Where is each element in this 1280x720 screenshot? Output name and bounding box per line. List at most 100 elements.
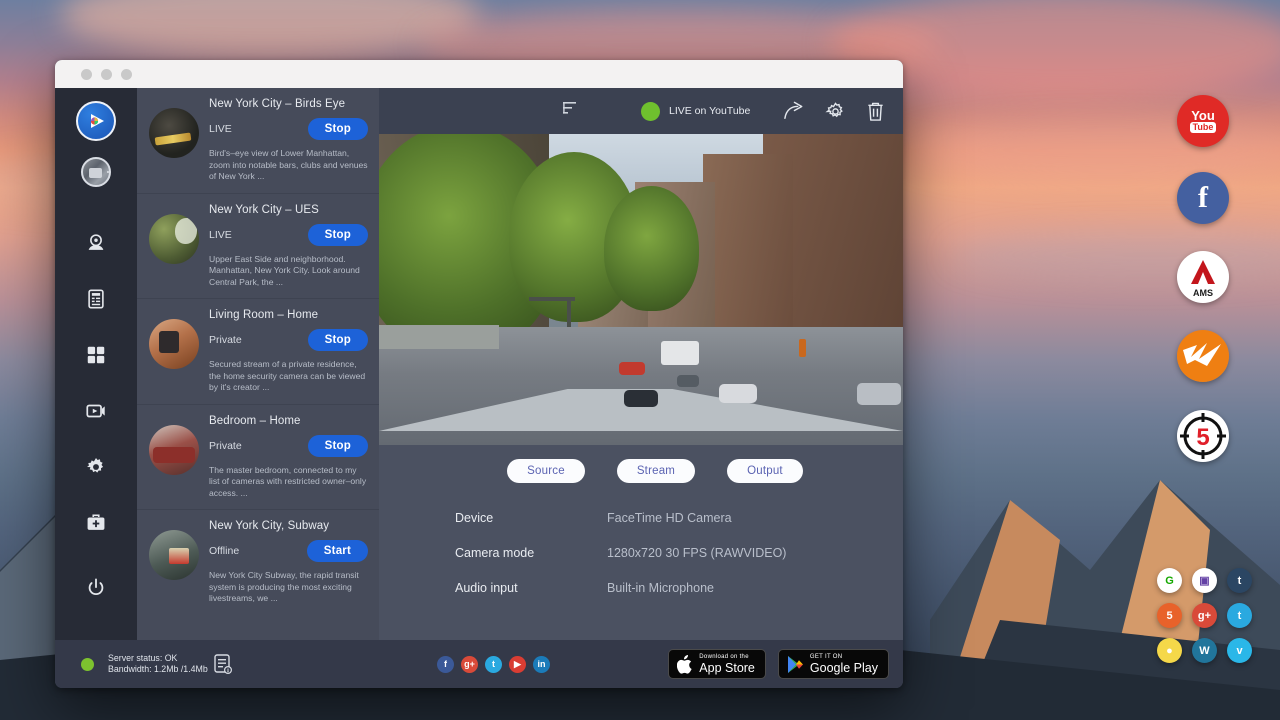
grammarly-dock-icon[interactable]: G [1157, 568, 1182, 593]
facebook-icon[interactable]: f [437, 656, 454, 673]
camera-list[interactable]: New York City – Birds Eye LIVE Stop Bird… [137, 88, 379, 640]
gear-icon[interactable] [825, 101, 846, 122]
googleplus-dock-icon[interactable]: g+ [1192, 603, 1217, 628]
store-badges: Download on the App Store GET IT ON Goog… [668, 649, 889, 679]
tab-output[interactable]: Output [727, 459, 803, 483]
camera-list-item[interactable]: New York City – UES LIVE Stop Upper East… [137, 194, 379, 300]
camera-list-item[interactable]: Bedroom – Home Private Stop The master b… [137, 405, 379, 511]
webcam-icon [85, 232, 107, 254]
twitch-dock-icon[interactable]: ▣ [1192, 568, 1217, 593]
wirecast-dock-icon[interactable] [1177, 330, 1229, 382]
camera-title: New York City, Subway [209, 520, 368, 532]
camera-title: Living Room – Home [209, 309, 368, 321]
info-row: Audio input Built-in Microphone [455, 581, 903, 595]
sidebar-item-webcam[interactable] [74, 221, 118, 265]
sort-icon[interactable] [563, 101, 581, 122]
add-camera-button[interactable]: + Add Camera [137, 615, 379, 641]
camera-thumbnail [149, 425, 199, 475]
facebook-dock-icon[interactable]: f [1177, 172, 1229, 224]
video-player-icon [85, 400, 107, 422]
close-button[interactable] [81, 69, 92, 80]
info-key: Audio input [455, 581, 607, 595]
app-logo[interactable] [76, 101, 116, 141]
app-store-badge[interactable]: Download on the App Store [668, 649, 766, 679]
sort-glyph [563, 101, 581, 117]
twitter-icon[interactable]: t [485, 656, 502, 673]
camera-action-button[interactable]: Stop [308, 329, 368, 351]
camera-action-button[interactable]: Stop [308, 118, 368, 140]
apple-icon [677, 655, 693, 674]
svg-text:5: 5 [1196, 424, 1209, 451]
sidebar-item-list[interactable] [74, 277, 118, 321]
snapchat-dock-icon[interactable]: ● [1157, 638, 1182, 663]
tumblr-dock-icon[interactable]: t [1227, 568, 1252, 593]
sidebar-item-power[interactable] [74, 566, 118, 610]
car [719, 384, 757, 403]
camera-description: New York City Subway, the rapid transit … [209, 570, 368, 605]
trash-icon[interactable] [866, 101, 885, 122]
camera-list-item[interactable]: New York City – Birds Eye LIVE Stop Bird… [137, 88, 379, 194]
twitter-dock-icon[interactable]: t [1227, 603, 1252, 628]
target5-dock-icon[interactable]: 5 [1177, 410, 1229, 462]
sidebar-rail [55, 88, 137, 640]
camera-thumbnail [149, 530, 199, 580]
app-store-sub: Download on the [699, 654, 755, 661]
tab-bar: Source Stream Output [379, 445, 903, 483]
car [624, 390, 658, 407]
camera-list-item[interactable]: Living Room – Home Private Stop Secured … [137, 299, 379, 405]
camera-title: Bedroom – Home [209, 415, 368, 427]
sidebar-item-settings[interactable] [74, 445, 118, 489]
googleplus-icon[interactable]: g+ [461, 656, 478, 673]
live-status-label: LIVE on YouTube [669, 105, 750, 117]
camera-state: Private [209, 440, 308, 452]
live-status[interactable]: LIVE on YouTube [641, 102, 750, 121]
camera-thumbnail [149, 214, 199, 264]
vimeo-dock-icon[interactable]: v [1227, 638, 1252, 663]
bandwidth-text: Bandwidth: 1.2Mb /1.4Mb [108, 664, 208, 675]
google-play-main: Google Play [810, 661, 878, 675]
info-value[interactable]: FaceTime HD Camera [607, 511, 732, 525]
wordpress-dock-icon[interactable]: W [1192, 638, 1217, 663]
adobe-ams-dock-icon[interactable]: AMS [1177, 251, 1229, 303]
camera-description: Secured stream of a private residence, t… [209, 359, 368, 394]
google-play-badge[interactable]: GET IT ON Google Play [778, 649, 889, 679]
youtube-icon[interactable]: ▶ [509, 656, 526, 673]
info-key: Camera mode [455, 546, 607, 560]
document-info-icon[interactable] [214, 654, 232, 674]
avatar[interactable] [81, 157, 111, 187]
app-store-main: App Store [699, 661, 755, 675]
social-links: f g+ t ▶ in [437, 656, 550, 673]
youtube-tube-text: Tube [1190, 122, 1217, 133]
camera-thumbnail [149, 108, 199, 158]
camera-state: LIVE [209, 229, 308, 241]
linkedin-icon[interactable]: in [533, 656, 550, 673]
camera-action-button[interactable]: Stop [308, 435, 368, 457]
sidebar-item-player[interactable] [74, 389, 118, 433]
camera-list-item[interactable]: New York City, Subway Offline Start New … [137, 510, 379, 615]
sidebar-item-add[interactable] [74, 501, 118, 545]
car [677, 375, 699, 387]
grid-icon [85, 344, 107, 366]
minimize-button[interactable] [101, 69, 112, 80]
info-value[interactable]: 1280x720 30 FPS (RAWVIDEO) [607, 546, 786, 560]
live-indicator-dot [641, 102, 660, 121]
camera-action-button[interactable]: Stop [308, 224, 368, 246]
info-value[interactable]: Built-in Microphone [607, 581, 714, 595]
google-play-sub: GET IT ON [810, 654, 878, 661]
camera-title: New York City – Birds Eye [209, 98, 368, 110]
adobe-ams-icon: AMS [1177, 251, 1229, 303]
server-status-text: Server status: OK [108, 653, 208, 664]
share-icon[interactable] [783, 101, 805, 121]
five-dock-icon[interactable]: 5 [1157, 603, 1182, 628]
maximize-button[interactable] [121, 69, 132, 80]
youtube-dock-icon[interactable]: You Tube [1177, 95, 1229, 147]
tab-stream[interactable]: Stream [617, 459, 695, 483]
crosshair-five-icon: 5 [1177, 410, 1229, 462]
sidebar-item-grid[interactable] [74, 333, 118, 377]
video-preview[interactable] [379, 134, 903, 445]
camera-title: New York City – UES [209, 204, 368, 216]
tab-source[interactable]: Source [507, 459, 585, 483]
camera-action-button[interactable]: Start [307, 540, 368, 562]
source-info: Device FaceTime HD Camera Camera mode 12… [379, 483, 903, 616]
sidewalk [379, 325, 499, 349]
